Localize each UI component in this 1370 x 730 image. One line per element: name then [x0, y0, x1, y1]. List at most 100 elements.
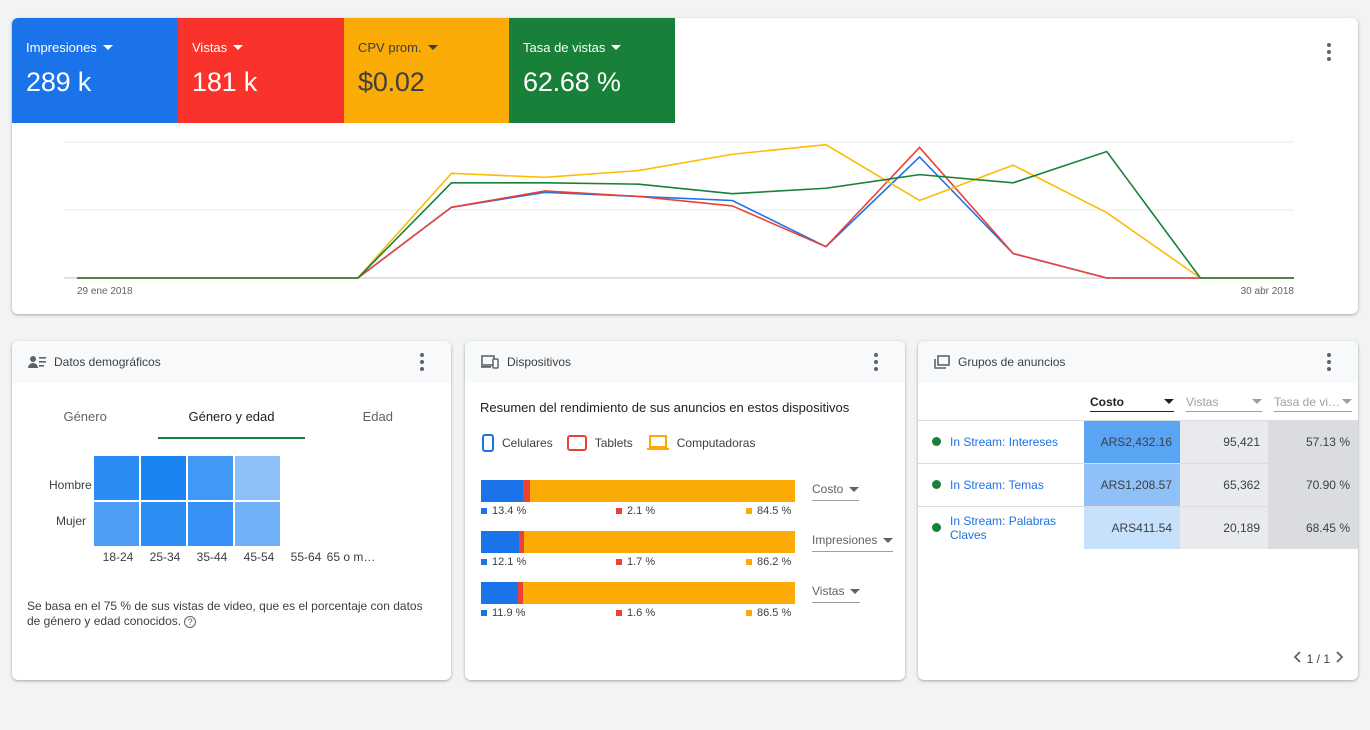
devices-header: Dispositivos	[465, 341, 905, 383]
legend-desktop: Computadoras	[646, 435, 756, 451]
performance-line-chart: 29 ene 2018 30 abr 2018	[64, 141, 1295, 297]
x-tick-label: 30 abr 2018	[1241, 286, 1295, 297]
heatmap-cell	[141, 502, 186, 546]
more-options-icon[interactable]	[1317, 40, 1341, 64]
more-options-icon[interactable]	[864, 350, 888, 374]
panel-title: Datos demográficos	[54, 355, 161, 369]
tab-gender-age[interactable]: Género y edad	[158, 389, 305, 439]
legend-label: Computadoras	[676, 436, 756, 450]
bar-percent-label: 11.9 %	[481, 607, 525, 619]
laptop-icon	[646, 435, 669, 450]
ad-groups-card: Grupos de anuncios Costo Vistas Tasa de …	[918, 341, 1358, 680]
heatmap-cell	[141, 456, 186, 500]
column-header-cost[interactable]: Costo	[1084, 389, 1180, 420]
kpi-impressions[interactable]: Impresiones 289 k	[12, 18, 178, 123]
demographics-tabs: Género Género y edad Edad	[12, 389, 451, 439]
table-row[interactable]: In Stream: Palabras Claves ARS411.54 20,18…	[918, 505, 1358, 549]
bar-segment	[481, 582, 519, 604]
performance-card: Impresiones 289 k Vistas 181 k CPV prom.…	[12, 18, 1358, 314]
pagination: 1 / 1	[1293, 651, 1344, 666]
device-stacked-bar	[481, 582, 795, 604]
kpi-label: CPV prom.	[358, 40, 422, 55]
sort-down-icon	[1164, 399, 1174, 404]
kpi-label: Vistas	[192, 40, 228, 55]
series-line	[77, 155, 1294, 279]
kpi-avg-cpv[interactable]: CPV prom. $0.02	[344, 18, 510, 123]
caret-down-icon	[102, 45, 113, 50]
ad-groups-header: Grupos de anuncios	[918, 341, 1358, 383]
series-line	[77, 146, 1294, 279]
bar-percent-label: 1.6 %	[616, 607, 655, 619]
metric-select[interactable]: Impresiones	[812, 533, 894, 552]
more-options-icon[interactable]	[1317, 350, 1341, 374]
column-label: Vistas	[1186, 394, 1219, 409]
ad-group-name[interactable]: In Stream: Palabras Claves	[918, 505, 1084, 549]
help-icon[interactable]: ?	[184, 616, 197, 628]
tab-age[interactable]: Edad	[305, 389, 451, 439]
mobile-icon	[482, 434, 494, 452]
device-stacked-bar	[481, 480, 795, 502]
bar-segment	[523, 582, 795, 604]
demographics-header: Datos demográficos	[12, 341, 451, 383]
col-label: 45-54	[243, 550, 275, 564]
column-header-view-rate[interactable]: Tasa de vi…	[1268, 389, 1358, 420]
caret-down-icon	[427, 45, 438, 50]
kpi-view-rate[interactable]: Tasa de vistas 62.68 %	[509, 18, 675, 123]
bar-percent-label: 86.5 %	[746, 607, 791, 619]
bar-segment	[481, 531, 519, 553]
view-rate-cell: 70.90 %	[1268, 462, 1358, 506]
bar-percent-label: 84.5 %	[746, 505, 791, 517]
caret-down-icon	[849, 486, 860, 492]
heatmap-cell	[188, 502, 233, 546]
note-text: Se basa en el 75 % de sus vistas de vide…	[27, 599, 423, 628]
views-cell: 95,421	[1180, 419, 1268, 463]
devices-card: Dispositivos Resumen del rendimiento de …	[465, 341, 905, 680]
column-header-views[interactable]: Vistas	[1180, 389, 1268, 420]
kpi-value: $0.02	[358, 67, 425, 97]
panel-title: Grupos de anuncios	[958, 355, 1066, 369]
heatmap-row	[94, 456, 374, 500]
more-options-icon[interactable]	[410, 350, 434, 374]
kpi-value: 181 k	[192, 67, 258, 97]
column-label: Costo	[1090, 394, 1124, 409]
chevron-right-icon[interactable]	[1336, 651, 1344, 666]
legend-label: Celulares	[502, 436, 553, 450]
ad-group-name[interactable]: In Stream: Intereses	[918, 419, 1084, 463]
views-cell: 20,189	[1180, 505, 1268, 549]
tab-gender[interactable]: Género	[12, 389, 158, 439]
gender-age-heatmap	[94, 456, 374, 548]
bar-percent-label: 86.2 %	[746, 556, 791, 568]
bar-segment	[481, 480, 524, 502]
chevron-left-icon[interactable]	[1293, 651, 1301, 666]
heatmap-cell	[329, 456, 374, 500]
caret-down-icon	[1342, 399, 1352, 404]
table-row[interactable]: In Stream: Intereses ARS2,432.16 95,421 57.…	[918, 419, 1358, 463]
metric-select[interactable]: Vistas	[812, 584, 861, 603]
cost-cell: ARS411.54	[1084, 505, 1180, 549]
caret-down-icon	[1252, 399, 1262, 404]
devices-icon	[481, 355, 499, 369]
ad-groups-table: Costo Vistas Tasa de vi… In Stream: Inte…	[918, 389, 1358, 549]
caret-down-icon	[233, 45, 244, 50]
kpi-label: Impresiones	[26, 40, 97, 55]
demographics-icon	[28, 356, 46, 368]
devices-subtitle: Resumen del rendimiento de sus anuncios …	[480, 400, 850, 415]
ad-group-name[interactable]: In Stream: Temas	[918, 462, 1084, 506]
kpi-value: 62.68 %	[523, 67, 621, 97]
kpi-views[interactable]: Vistas 181 k	[178, 18, 344, 123]
demographics-card: Datos demográficos Género Género y edad …	[12, 341, 451, 680]
heatmap-cell	[235, 502, 280, 546]
caret-down-icon	[850, 588, 861, 594]
row-label-male: Hombre	[49, 478, 92, 492]
heatmap-cell	[188, 456, 233, 500]
heatmap-cell	[235, 456, 280, 500]
status-dot-icon	[932, 523, 941, 533]
caret-down-icon	[883, 537, 894, 543]
status-dot-icon	[932, 437, 941, 446]
page-indicator: 1 / 1	[1306, 651, 1330, 666]
metric-select[interactable]: Costo	[812, 482, 860, 501]
table-row[interactable]: In Stream: Temas ARS1,208.57 65,362 70.90 %	[918, 462, 1358, 506]
col-label: 25-34	[149, 550, 181, 564]
status-dot-icon	[932, 480, 941, 489]
kpi-value: 289 k	[26, 67, 92, 97]
